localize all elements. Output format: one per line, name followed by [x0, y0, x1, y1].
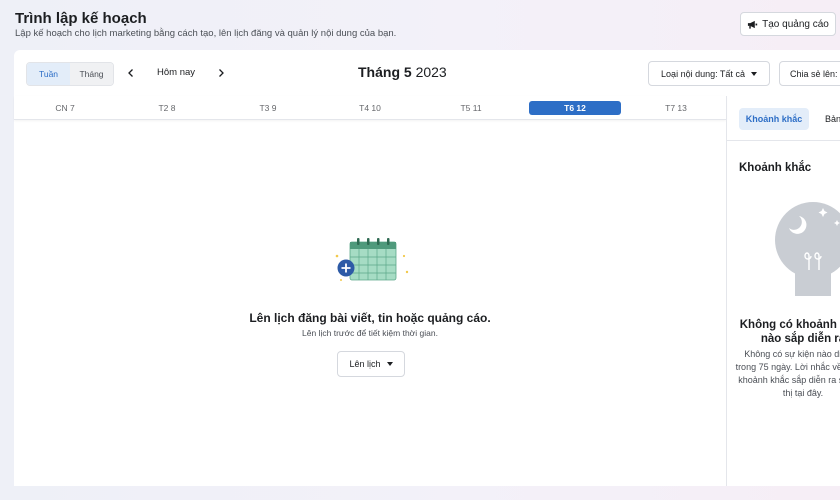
- megaphone-icon: [748, 20, 758, 29]
- view-month-button[interactable]: Tháng: [70, 63, 113, 85]
- schedule-label: Lên lịch: [349, 359, 381, 369]
- tab-second[interactable]: Bản: [825, 114, 840, 124]
- moments-empty-title: Không có khoảnh khắc nào sắp diễn ra: [739, 319, 840, 345]
- create-ad-label: Tạo quảng cáo: [762, 18, 829, 30]
- day-thu[interactable]: T5 11: [425, 101, 517, 115]
- content-type-filter-label: Loại nội dung: Tất cả: [661, 68, 745, 79]
- moments-empty-description: Không có sự kiện nào diễn ra trong 75 ng…: [735, 349, 840, 398]
- moments-sidebar: Khoảnh khắc Bản Khoảnh khắc Không có kho…: [726, 96, 840, 486]
- tab-moments[interactable]: Khoảnh khắc: [739, 108, 809, 130]
- calendar-add-illustration: [335, 238, 409, 281]
- schedule-button[interactable]: Lên lịch: [337, 351, 405, 377]
- week-days-row: CN 7 T2 8 T3 9 T4 10 T5 11 T6 12 T7 13: [14, 96, 726, 120]
- chevron-right-icon: [219, 69, 224, 77]
- lightbulb-moon-illustration: [775, 202, 840, 296]
- year-label: 2023: [415, 64, 447, 80]
- day-wed[interactable]: T4 10: [324, 101, 416, 115]
- content-type-filter[interactable]: Loại nội dung: Tất cả: [648, 61, 770, 86]
- next-week-button[interactable]: [214, 66, 228, 80]
- view-week-button[interactable]: Tuần: [27, 63, 70, 85]
- day-tue[interactable]: T3 9: [222, 101, 314, 115]
- create-ad-button[interactable]: Tạo quảng cáo: [740, 12, 836, 36]
- caret-down-icon: [750, 71, 757, 76]
- page-subtitle: Lập kế hoạch cho lịch marketing bằng các…: [15, 28, 397, 39]
- sidebar-divider: [727, 140, 840, 141]
- day-fri-selected[interactable]: T6 12: [529, 101, 621, 115]
- chevron-left-icon: [128, 69, 133, 77]
- today-button[interactable]: Hôm nay: [157, 67, 195, 78]
- day-mon[interactable]: T2 8: [121, 101, 213, 115]
- planner-panel: Tuần Tháng Hôm nay Tháng 5 2023 Loại nội…: [14, 50, 840, 486]
- empty-state-title: Lên lịch đăng bài viết, tin hoặc quảng c…: [249, 311, 491, 325]
- caret-down-icon: [386, 362, 393, 366]
- day-sun[interactable]: CN 7: [19, 101, 111, 115]
- prev-week-button[interactable]: [124, 66, 138, 80]
- calendar-toolbar: Tuần Tháng Hôm nay Tháng 5 2023 Loại nội…: [14, 50, 840, 96]
- day-sat[interactable]: T7 13: [630, 101, 722, 115]
- empty-state-subtitle: Lên lịch trước để tiết kiệm thời gian.: [302, 328, 438, 338]
- share-to-label: Chia sẻ lên:: [790, 68, 838, 79]
- view-toggle: Tuần Tháng: [26, 62, 114, 86]
- share-to-filter[interactable]: Chia sẻ lên:: [779, 61, 840, 86]
- month-name: Tháng 5: [358, 64, 412, 80]
- current-month-label: Tháng 5 2023: [358, 64, 447, 80]
- page-title: Trình lập kế hoạch: [15, 10, 147, 27]
- moments-heading: Khoảnh khắc: [739, 162, 812, 174]
- calendar-body: Lên lịch đăng bài viết, tin hoặc quảng c…: [14, 120, 726, 486]
